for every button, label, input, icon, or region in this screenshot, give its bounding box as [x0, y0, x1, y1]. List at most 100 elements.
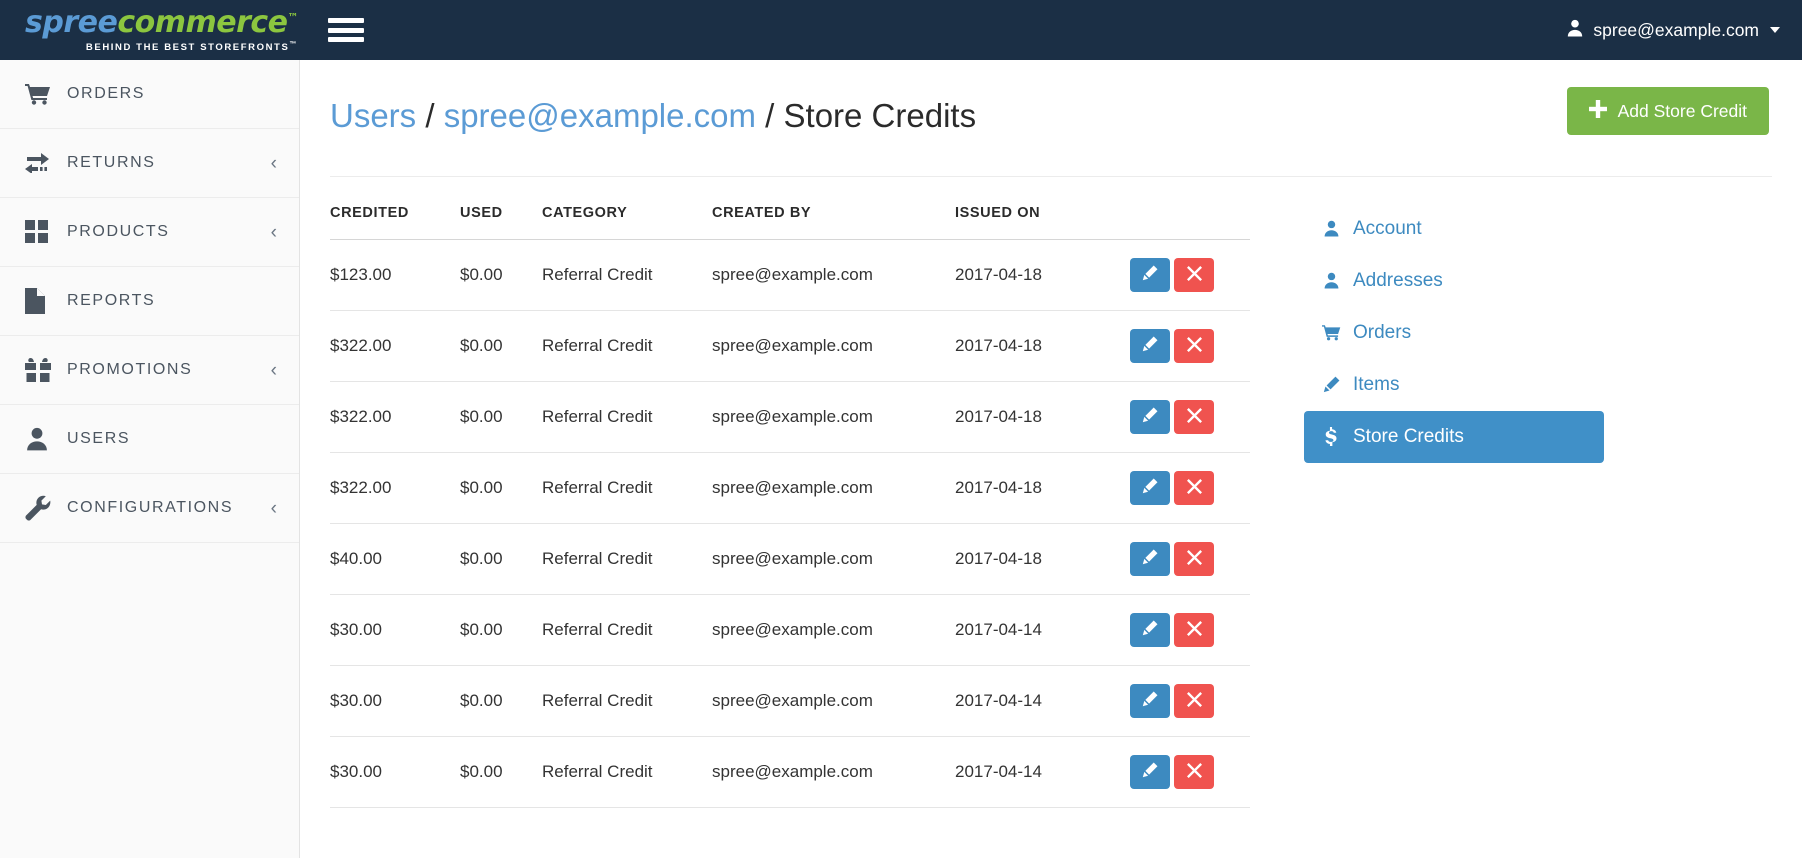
- header-divider: [330, 175, 1772, 177]
- row-action-group: [1130, 612, 1250, 647]
- table-row: $322.00 $0.00 Referral Credit spree@example…: [330, 380, 1250, 453]
- cell-issued-on: 2017-04-18: [955, 522, 1130, 595]
- edit-row-button[interactable]: [1130, 541, 1170, 576]
- delete-row-button[interactable]: [1174, 612, 1214, 647]
- cell-category: Referral Credit: [542, 380, 712, 453]
- cell-created-by: spree@example.com: [712, 238, 955, 311]
- edit-row-button[interactable]: [1130, 328, 1170, 363]
- brand-logo-commerce: commerce: [117, 4, 288, 40]
- cell-used: $0.00: [460, 664, 542, 737]
- user-nav-item-store-credits[interactable]: Store Credits: [1304, 410, 1604, 463]
- delete-row-button[interactable]: [1174, 257, 1214, 292]
- cell-used: $0.00: [460, 309, 542, 382]
- sidebar-item-returns[interactable]: RETURNS ‹: [0, 129, 299, 198]
- cell-actions: [1130, 664, 1250, 737]
- breadcrumb-separator: /: [416, 97, 444, 134]
- cell-category: Referral Credit: [542, 238, 712, 311]
- cell-actions: [1130, 593, 1250, 666]
- cell-used: $0.00: [460, 593, 542, 666]
- row-action-group: [1130, 257, 1250, 292]
- breadcrumb-link-users[interactable]: Users: [330, 97, 416, 134]
- breadcrumb-separator: /: [756, 97, 784, 134]
- delete-row-button[interactable]: [1174, 399, 1214, 434]
- sidebar-item-label: RETURNS: [67, 154, 156, 171]
- cell-credited: $30.00: [330, 664, 460, 737]
- close-x-icon: [1186, 407, 1202, 426]
- cell-created-by: spree@example.com: [712, 593, 955, 666]
- cell-credited: $40.00: [330, 522, 460, 595]
- pencil-icon: [1142, 762, 1158, 781]
- delete-row-button[interactable]: [1174, 541, 1214, 576]
- sidebar-item-label: USERS: [67, 430, 131, 447]
- table-body: $123.00 $0.00 Referral Credit spree@example…: [330, 238, 1250, 808]
- edit-row-button[interactable]: [1130, 257, 1170, 292]
- close-x-icon: [1186, 762, 1202, 781]
- sidebar-item-users[interactable]: USERS: [0, 405, 299, 474]
- edit-row-button[interactable]: [1130, 612, 1170, 647]
- content-columns: CREDITED USED CATEGORY CREATED BY ISSUED…: [330, 177, 1772, 808]
- row-action-group: [1130, 541, 1250, 576]
- column-header-used: USED: [460, 204, 503, 221]
- brand-tagline: BEHIND THE BEST STOREFRONTS™: [25, 41, 298, 53]
- brand-logo[interactable]: spreecommerce™ BEHIND THE BEST STOREFRON…: [25, 4, 298, 53]
- page-title: Store Credits: [783, 97, 977, 134]
- grid-icon: [25, 220, 59, 244]
- sidebar-item-orders[interactable]: ORDERS: [0, 60, 299, 129]
- user-account-menu[interactable]: spree@example.com: [1566, 19, 1780, 42]
- cell-issued-on: 2017-04-14: [955, 593, 1130, 666]
- edit-row-button[interactable]: [1130, 754, 1170, 789]
- pencil-icon: [1142, 691, 1158, 710]
- cell-used: $0.00: [460, 238, 542, 311]
- brand-tagline-text: BEHIND THE BEST STOREFRONTS: [85, 41, 290, 53]
- user-nav-item-addresses[interactable]: Addresses: [1304, 255, 1604, 307]
- hamburger-icon[interactable]: [328, 15, 365, 45]
- edit-row-button[interactable]: [1130, 683, 1170, 718]
- delete-row-button[interactable]: [1174, 754, 1214, 789]
- cart-icon: [1320, 324, 1342, 341]
- delete-row-button[interactable]: [1174, 328, 1214, 363]
- sidebar-item-products[interactable]: PRODUCTS ‹: [0, 198, 299, 267]
- close-x-icon: [1186, 620, 1202, 639]
- cell-category: Referral Credit: [542, 451, 712, 524]
- pencil-icon: [1142, 478, 1158, 497]
- user-sub-navigation: Account Addresses Orders Items Store Cre…: [1304, 177, 1604, 808]
- row-action-group: [1130, 754, 1250, 789]
- user-nav-item-items[interactable]: Items: [1304, 359, 1604, 411]
- edit-row-button[interactable]: [1130, 470, 1170, 505]
- column-header-issued-on: ISSUED ON: [955, 204, 1041, 221]
- edit-row-button[interactable]: [1130, 399, 1170, 434]
- delete-row-button[interactable]: [1174, 683, 1214, 718]
- cell-category: Referral Credit: [542, 309, 712, 382]
- user-icon: [1320, 220, 1342, 237]
- cell-actions: [1130, 309, 1250, 382]
- cell-credited: $322.00: [330, 451, 460, 524]
- wrench-icon: [25, 495, 59, 521]
- add-store-credit-label: Add Store Credit: [1617, 100, 1747, 121]
- close-x-icon: [1186, 265, 1202, 284]
- store-credits-table: CREDITED USED CATEGORY CREATED BY ISSUED…: [330, 205, 1250, 808]
- add-store-credit-button[interactable]: Add Store Credit: [1566, 87, 1769, 135]
- sidebar-item-label: REPORTS: [67, 292, 156, 309]
- cell-category: Referral Credit: [542, 664, 712, 737]
- breadcrumb-link-user-email[interactable]: spree@example.com: [444, 97, 756, 134]
- pencil-icon: [1320, 376, 1342, 393]
- cell-issued-on: 2017-04-18: [955, 238, 1130, 311]
- sidebar-item-promotions[interactable]: PROMOTIONS ‹: [0, 336, 299, 405]
- gift-icon: [25, 358, 59, 382]
- cell-issued-on: 2017-04-18: [955, 309, 1130, 382]
- user-nav-item-orders[interactable]: Orders: [1304, 307, 1604, 359]
- sidebar-item-configurations[interactable]: CONFIGURATIONS ‹: [0, 474, 299, 543]
- pencil-icon: [1142, 549, 1158, 568]
- user-icon: [1320, 272, 1342, 289]
- cell-created-by: spree@example.com: [712, 522, 955, 595]
- cell-credited: $322.00: [330, 380, 460, 453]
- delete-row-button[interactable]: [1174, 470, 1214, 505]
- sidebar-item-reports[interactable]: REPORTS: [0, 267, 299, 336]
- cell-credited: $322.00: [330, 309, 460, 382]
- close-x-icon: [1186, 549, 1202, 568]
- dollar-icon: [1320, 427, 1342, 447]
- user-nav-item-account[interactable]: Account: [1304, 203, 1604, 255]
- row-action-group: [1130, 683, 1250, 718]
- cell-actions: [1130, 451, 1250, 524]
- sidebar-item-label: CONFIGURATIONS: [67, 499, 234, 516]
